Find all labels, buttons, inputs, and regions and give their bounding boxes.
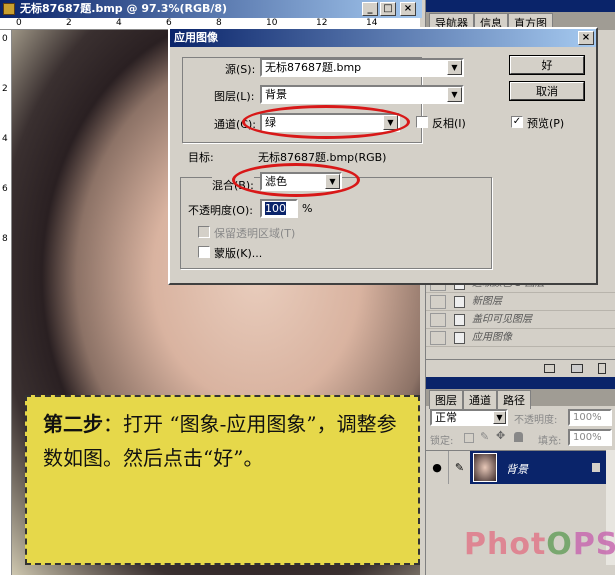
history-state-icon <box>454 314 465 326</box>
cancel-button[interactable]: 取消 <box>510 82 584 100</box>
trash-icon[interactable] <box>598 363 606 374</box>
preview-checkbox[interactable]: ✓ <box>511 116 523 128</box>
channel-highlight-oval <box>242 105 410 139</box>
tab-paths[interactable]: 路径 <box>497 390 531 409</box>
layer-blend-mode-select[interactable]: 正常 ▼ <box>430 409 508 426</box>
ruler-tick: 8 <box>2 234 8 244</box>
caption-step: 第二步 <box>43 412 103 436</box>
chevron-down-icon: ▼ <box>447 60 462 75</box>
photops-watermark: PhotOPS <box>464 527 615 562</box>
target-value: 无标87687题.bmp(RGB) <box>258 151 387 164</box>
fill-label: 填充: <box>538 436 562 447</box>
history-state-icon <box>454 296 465 308</box>
chevron-down-icon: ▼ <box>447 87 462 102</box>
document-title-bar[interactable]: 无标87687题.bmp @ 97.3%(RGB/8) _ □ × <box>0 0 422 18</box>
layer-row-background[interactable]: ● ✎ 背景 <box>426 450 606 484</box>
dialog-title-bar[interactable]: 应用图像 × <box>170 29 596 47</box>
camera-icon[interactable] <box>571 364 583 373</box>
ok-button[interactable]: 好 <box>510 56 584 74</box>
ruler-tick: 4 <box>116 18 122 28</box>
lock-transparency-icon[interactable] <box>464 433 474 443</box>
ruler-tick: 2 <box>2 84 8 94</box>
invert-checkbox[interactable] <box>416 116 428 128</box>
lock-move-icon[interactable]: ✥ <box>496 429 505 442</box>
close-button[interactable]: × <box>400 2 416 16</box>
brush-icon[interactable]: ✎ <box>448 451 470 484</box>
invert-label: 反相(I) <box>432 117 466 130</box>
panel-title-bar[interactable] <box>426 0 615 12</box>
preserve-transparency-label: 保留透明区域(T) <box>214 227 296 240</box>
mask-label: 蒙版(K)... <box>214 247 263 260</box>
opacity-label: 不透明度(O): <box>188 204 253 217</box>
lock-paint-icon[interactable]: ✎ <box>480 430 489 443</box>
source-select[interactable]: 无标87687题.bmp ▼ <box>260 58 464 77</box>
tab-channels[interactable]: 通道 <box>463 390 497 409</box>
preview-label: 预览(P) <box>527 117 565 130</box>
blend-highlight-oval <box>232 163 360 197</box>
dialog-title: 应用图像 <box>174 31 218 44</box>
panel-title-bar[interactable] <box>426 377 615 389</box>
target-label: 目标: <box>188 151 214 164</box>
ruler-tick: 4 <box>2 134 8 144</box>
layer-opacity-field[interactable]: 100% <box>568 409 612 426</box>
document-icon <box>3 3 15 15</box>
lock-all-icon[interactable] <box>514 432 523 442</box>
layer-thumbnail <box>473 453 497 482</box>
tab-layers[interactable]: 图层 <box>429 390 463 409</box>
layers-panel: 图层 通道 路径 正常 ▼ 不透明度: 100% 锁定: ✎ ✥ 填充: 100% ●… <box>425 377 615 575</box>
history-panel: 选取颜色 1 图层 新图层 盖印可见图层 应用图像 <box>425 275 615 377</box>
opacity-input[interactable]: 100 <box>260 199 298 218</box>
ruler-tick: 6 <box>2 184 8 194</box>
vertical-ruler: 0 2 4 6 8 <box>0 30 12 575</box>
document-title: 无标87687题.bmp @ 97.3%(RGB/8) <box>20 2 228 15</box>
opacity-unit: % <box>302 202 313 215</box>
step-caption: 第二步：打开 “图象-应用图象”，调整参数如图。然后点击“好”。 <box>25 395 420 565</box>
apply-image-dialog: 应用图像 × 源(S): 无标87687题.bmp ▼ 图层(L): 背景 ▼ 通道… <box>168 27 598 285</box>
history-item[interactable]: 新图层 <box>426 293 615 311</box>
dialog-close-button[interactable]: × <box>578 31 594 45</box>
history-item[interactable]: 盖印可见图层 <box>426 311 615 329</box>
layer-select[interactable]: 背景 ▼ <box>260 85 464 104</box>
mask-checkbox[interactable] <box>198 246 210 258</box>
ruler-tick: 0 <box>2 34 8 44</box>
ruler-tick: 0 <box>16 18 22 28</box>
lock-label: 锁定: <box>430 436 454 447</box>
eye-icon[interactable]: ● <box>426 451 448 484</box>
history-state-icon <box>454 332 465 344</box>
source-label: 源(S): <box>225 63 256 76</box>
layer-lock-icon <box>592 463 600 472</box>
minimize-button[interactable]: _ <box>362 2 378 16</box>
layer-name: 背景 <box>506 463 528 476</box>
maximize-button[interactable]: □ <box>380 2 396 16</box>
layer-label: 图层(L): <box>214 90 255 103</box>
layer-fill-field[interactable]: 100% <box>568 429 612 446</box>
opacity-label: 不透明度: <box>514 415 558 426</box>
new-snapshot-icon[interactable] <box>544 364 555 373</box>
preserve-transparency-checkbox <box>198 226 210 238</box>
ruler-tick: 2 <box>66 18 72 28</box>
history-item[interactable]: 应用图像 <box>426 329 615 347</box>
